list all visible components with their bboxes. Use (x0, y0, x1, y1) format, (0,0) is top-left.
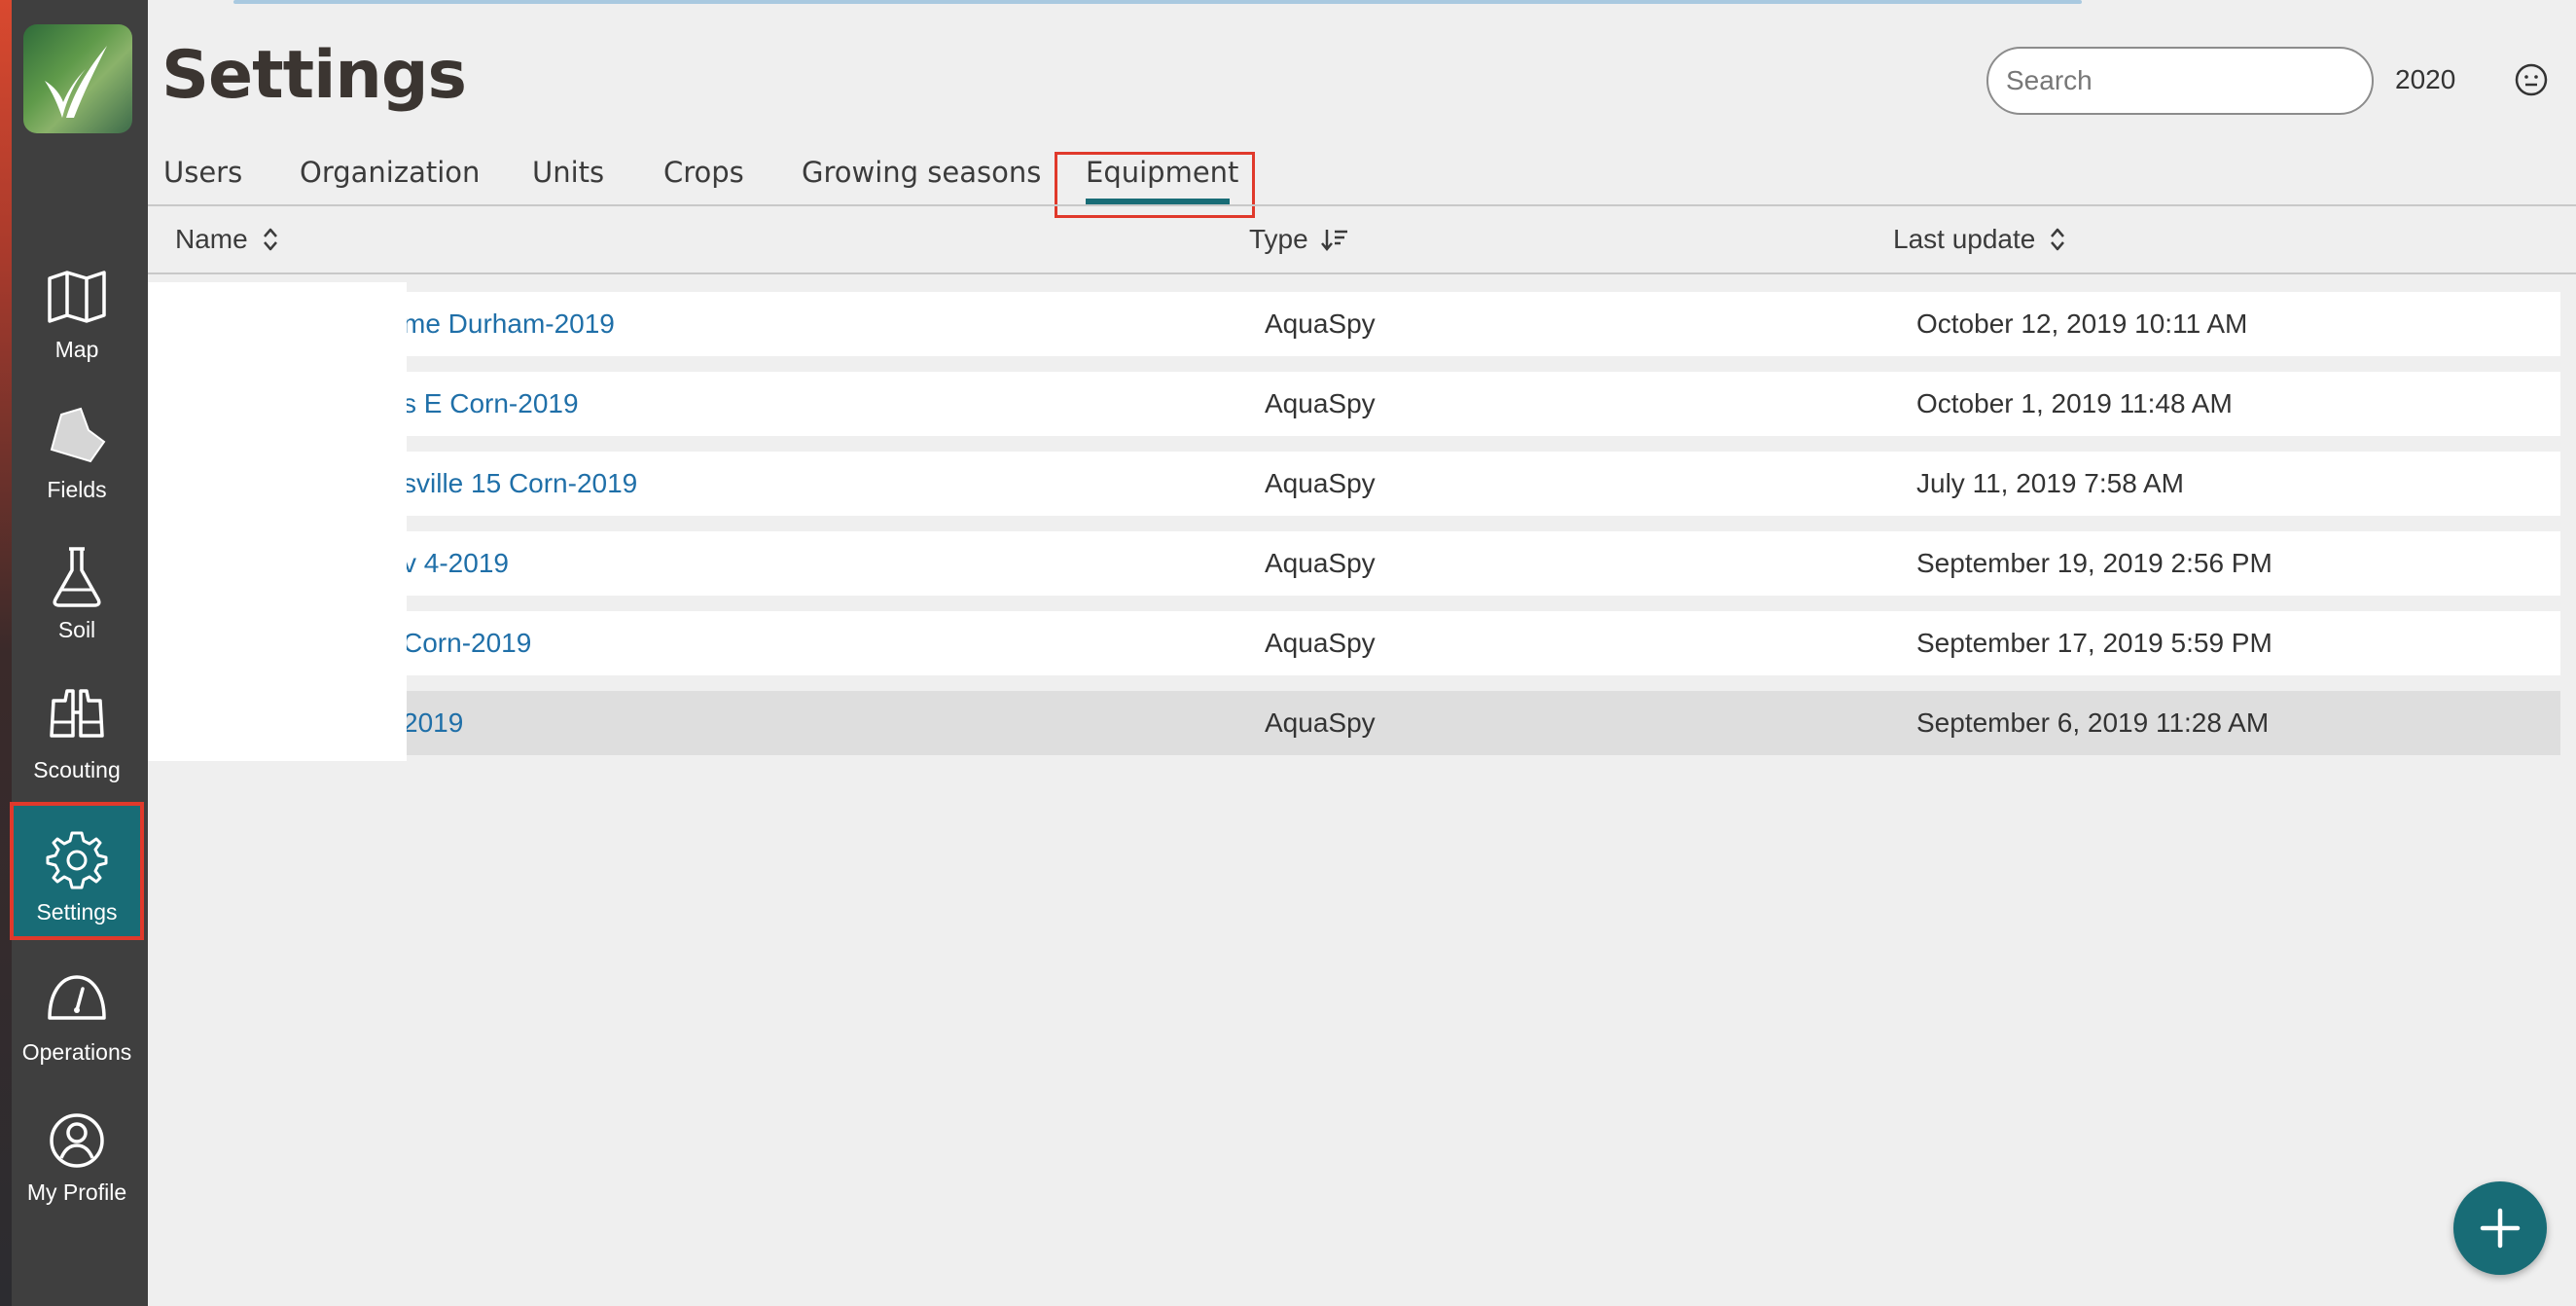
sidebar-item-soil[interactable]: Soil (12, 522, 142, 656)
desktop-wallpaper-edge (0, 0, 12, 1306)
equipment-name-link[interactable]: me Durham-2019 (403, 308, 615, 340)
gauge-icon (48, 975, 106, 1020)
sort-descending-icon (1320, 230, 1347, 251)
last-update: July 11, 2019 7:58 AM (1916, 468, 2184, 498)
sidebar: Map Fields Soil Scouting Settings Operat… (0, 0, 148, 1306)
search-input[interactable] (1986, 47, 2374, 115)
equipment-name-link[interactable]: sville 15 Corn-2019 (403, 468, 637, 499)
field-icon (50, 407, 106, 463)
table-row[interactable]: s E Corn-2019 AquaSpy October 1, 2019 11… (148, 372, 2560, 436)
sidebar-item-label: Settings (36, 899, 118, 925)
column-header-label: Last update (1893, 224, 2036, 254)
equipment-name-link[interactable]: Corn-2019 (403, 628, 531, 659)
sidebar-item-map[interactable]: Map (12, 241, 142, 376)
equipment-type: AquaSpy (1265, 308, 1376, 339)
equipment-type: AquaSpy (1265, 388, 1376, 418)
equipment-type: AquaSpy (1265, 707, 1376, 738)
sidebar-item-scouting[interactable]: Scouting (12, 662, 142, 796)
sidebar-item-settings[interactable]: Settings (10, 802, 144, 940)
sidebar-item-fields[interactable]: Fields (12, 381, 142, 516)
divider (148, 204, 2576, 206)
binoculars-icon (50, 689, 104, 738)
equipment-type: AquaSpy (1265, 628, 1376, 658)
feedback-smiley-icon[interactable] (2514, 62, 2549, 97)
add-equipment-button[interactable] (2453, 1181, 2547, 1275)
sidebar-item-my-profile[interactable]: My Profile (12, 1084, 142, 1218)
app-logo[interactable] (23, 24, 132, 133)
sidebar-item-label: Fields (47, 477, 107, 502)
sidebar-item-label: Scouting (33, 757, 121, 782)
sidebar-item-label: Map (54, 337, 99, 362)
table-row[interactable]: sville 15 Corn-2019 AquaSpy July 11, 201… (148, 452, 2560, 516)
tab-crops[interactable]: Crops (663, 156, 744, 189)
sidebar-item-operations[interactable]: Operations (12, 944, 142, 1078)
table-row[interactable]: me Durham-2019 AquaSpy October 12, 2019 … (148, 292, 2560, 356)
equipment-name-link[interactable]: s E Corn-2019 (403, 388, 579, 419)
leaf-logo-icon (45, 46, 107, 118)
tab-growing-seasons[interactable]: Growing seasons (802, 156, 1041, 189)
last-update: September 6, 2019 11:28 AM (1916, 707, 2270, 738)
map-icon (48, 271, 106, 323)
column-header-label: Name (175, 224, 248, 254)
user-icon (50, 1113, 104, 1168)
column-header-name[interactable]: Name (175, 224, 281, 255)
equipment-name-link[interactable]: v 4-2019 (403, 548, 509, 579)
gear-icon (46, 831, 108, 889)
tab-organization[interactable]: Organization (300, 156, 480, 189)
last-update: October 12, 2019 10:11 AM (1916, 308, 2248, 339)
table-row[interactable]: Corn-2019 AquaSpy September 17, 2019 5:5… (148, 611, 2560, 675)
last-update: September 17, 2019 5:59 PM (1916, 628, 2272, 658)
table-row-selected[interactable]: 2019 AquaSpy September 6, 2019 11:28 AM (148, 691, 2560, 755)
divider (148, 272, 2576, 274)
table-row[interactable]: v 4-2019 AquaSpy September 19, 2019 2:56… (148, 531, 2560, 596)
page-title: Settings (161, 37, 467, 114)
highlight-box (1055, 152, 1255, 218)
equipment-type: AquaSpy (1265, 548, 1376, 578)
tab-units[interactable]: Units (532, 156, 604, 189)
sort-icon (263, 228, 277, 251)
column-header-last-update[interactable]: Last update (1893, 224, 2068, 255)
column-header-label: Type (1249, 224, 1308, 254)
plus-icon (2480, 1208, 2521, 1249)
column-header-type[interactable]: Type (1249, 224, 1349, 255)
last-update: September 19, 2019 2:56 PM (1916, 548, 2272, 578)
tab-users[interactable]: Users (163, 156, 242, 189)
redaction-mask (148, 282, 407, 761)
sidebar-item-label: Soil (57, 617, 96, 642)
browser-loading-bar (233, 0, 2082, 4)
equipment-name-link[interactable]: 2019 (403, 707, 463, 739)
sort-icon (2051, 228, 2065, 251)
flask-icon (53, 547, 101, 607)
last-update: October 1, 2019 11:48 AM (1916, 388, 2233, 418)
equipment-type: AquaSpy (1265, 468, 1376, 498)
season-year-selector[interactable]: 2020 (2395, 64, 2455, 95)
sidebar-item-label: My Profile (26, 1179, 127, 1205)
sidebar-item-label: Operations (21, 1039, 132, 1065)
